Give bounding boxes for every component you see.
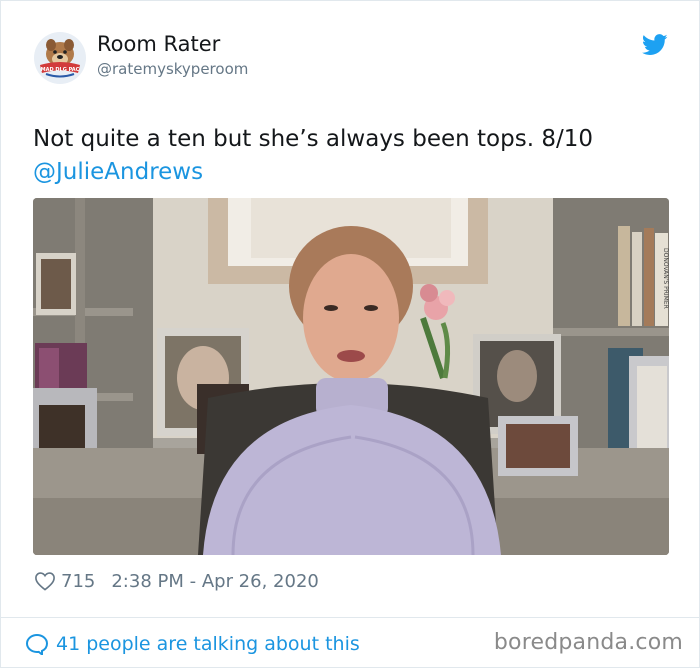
avatar[interactable]: MAD DLG PAC xyxy=(34,32,86,84)
avatar-logo: MAD DLG PAC xyxy=(34,32,86,84)
divider xyxy=(1,617,699,618)
photo-scene: DONOVAN'S PRIMER xyxy=(33,198,669,555)
avatar-badge-text: MAD DLG PAC xyxy=(41,67,80,73)
heart-icon[interactable] xyxy=(34,571,56,591)
author-handle[interactable]: @ratemyskyperoom xyxy=(97,60,248,78)
tweet-meta: 715 2:38 PM - Apr 26, 2020 xyxy=(34,567,319,595)
tweet-text: Not quite a ten but she’s always been to… xyxy=(33,123,673,189)
mention-link[interactable]: @JulieAndrews xyxy=(33,156,673,189)
author-name[interactable]: Room Rater xyxy=(97,32,220,56)
conversation-link[interactable]: 41 people are talking about this xyxy=(25,629,360,659)
book-spine-text: DONOVAN'S PRIMER xyxy=(662,248,669,309)
tweet-photo[interactable]: DONOVAN'S PRIMER xyxy=(33,198,669,555)
conversation-text[interactable]: 41 people are talking about this xyxy=(56,633,360,655)
speech-bubble-icon xyxy=(25,633,49,655)
tweet-card: MAD DLG PAC Room Rater @ratemyskyperoom … xyxy=(0,0,700,668)
twitter-bird-icon[interactable] xyxy=(642,34,668,56)
watermark: boredpanda.com xyxy=(493,630,683,655)
tweet-body: Not quite a ten but she’s always been to… xyxy=(33,126,593,152)
like-count[interactable]: 715 xyxy=(61,571,95,592)
timestamp[interactable]: 2:38 PM - Apr 26, 2020 xyxy=(111,571,318,592)
